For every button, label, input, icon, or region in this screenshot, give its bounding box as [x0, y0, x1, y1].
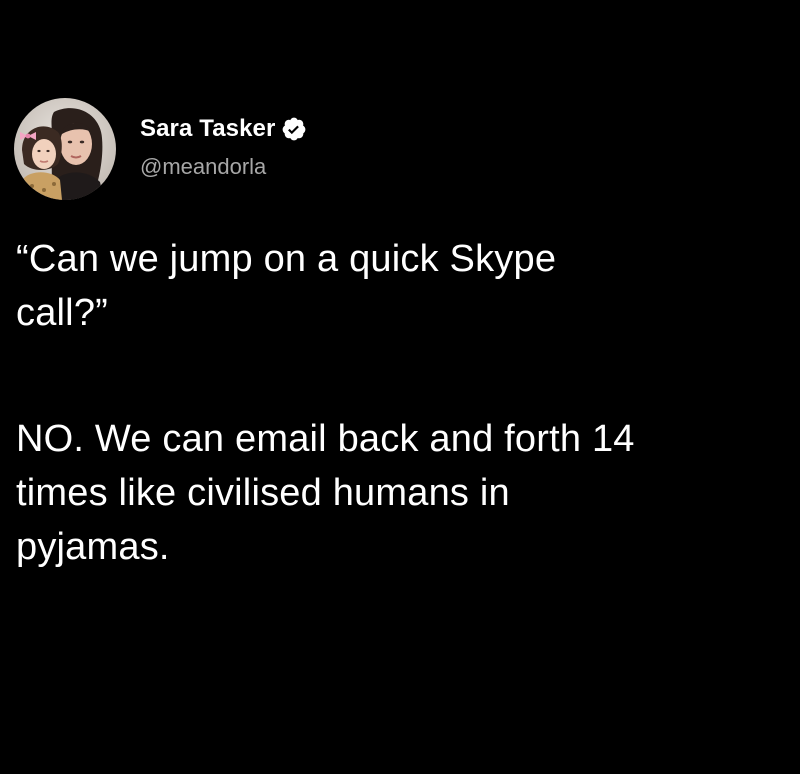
- author-handle[interactable]: @meandorla: [140, 154, 307, 180]
- author-display-name[interactable]: Sara Tasker: [140, 115, 275, 143]
- name-row: Sara Tasker: [140, 114, 307, 144]
- author-identity: Sara Tasker @meandorla: [140, 114, 307, 180]
- tweet-header: Sara Tasker @meandorla: [14, 98, 307, 200]
- tweet-card: Sara Tasker @meandorla “Can we jump on a…: [0, 0, 800, 774]
- avatar[interactable]: [14, 98, 116, 200]
- tweet-text-paragraph-1: “Can we jump on a quick Skype call?”: [16, 238, 557, 334]
- verified-badge-icon: [281, 116, 307, 142]
- tweet-text-paragraph-2: NO. We can email back and forth 14 times…: [16, 418, 635, 568]
- profile-photo-icon: [14, 98, 116, 200]
